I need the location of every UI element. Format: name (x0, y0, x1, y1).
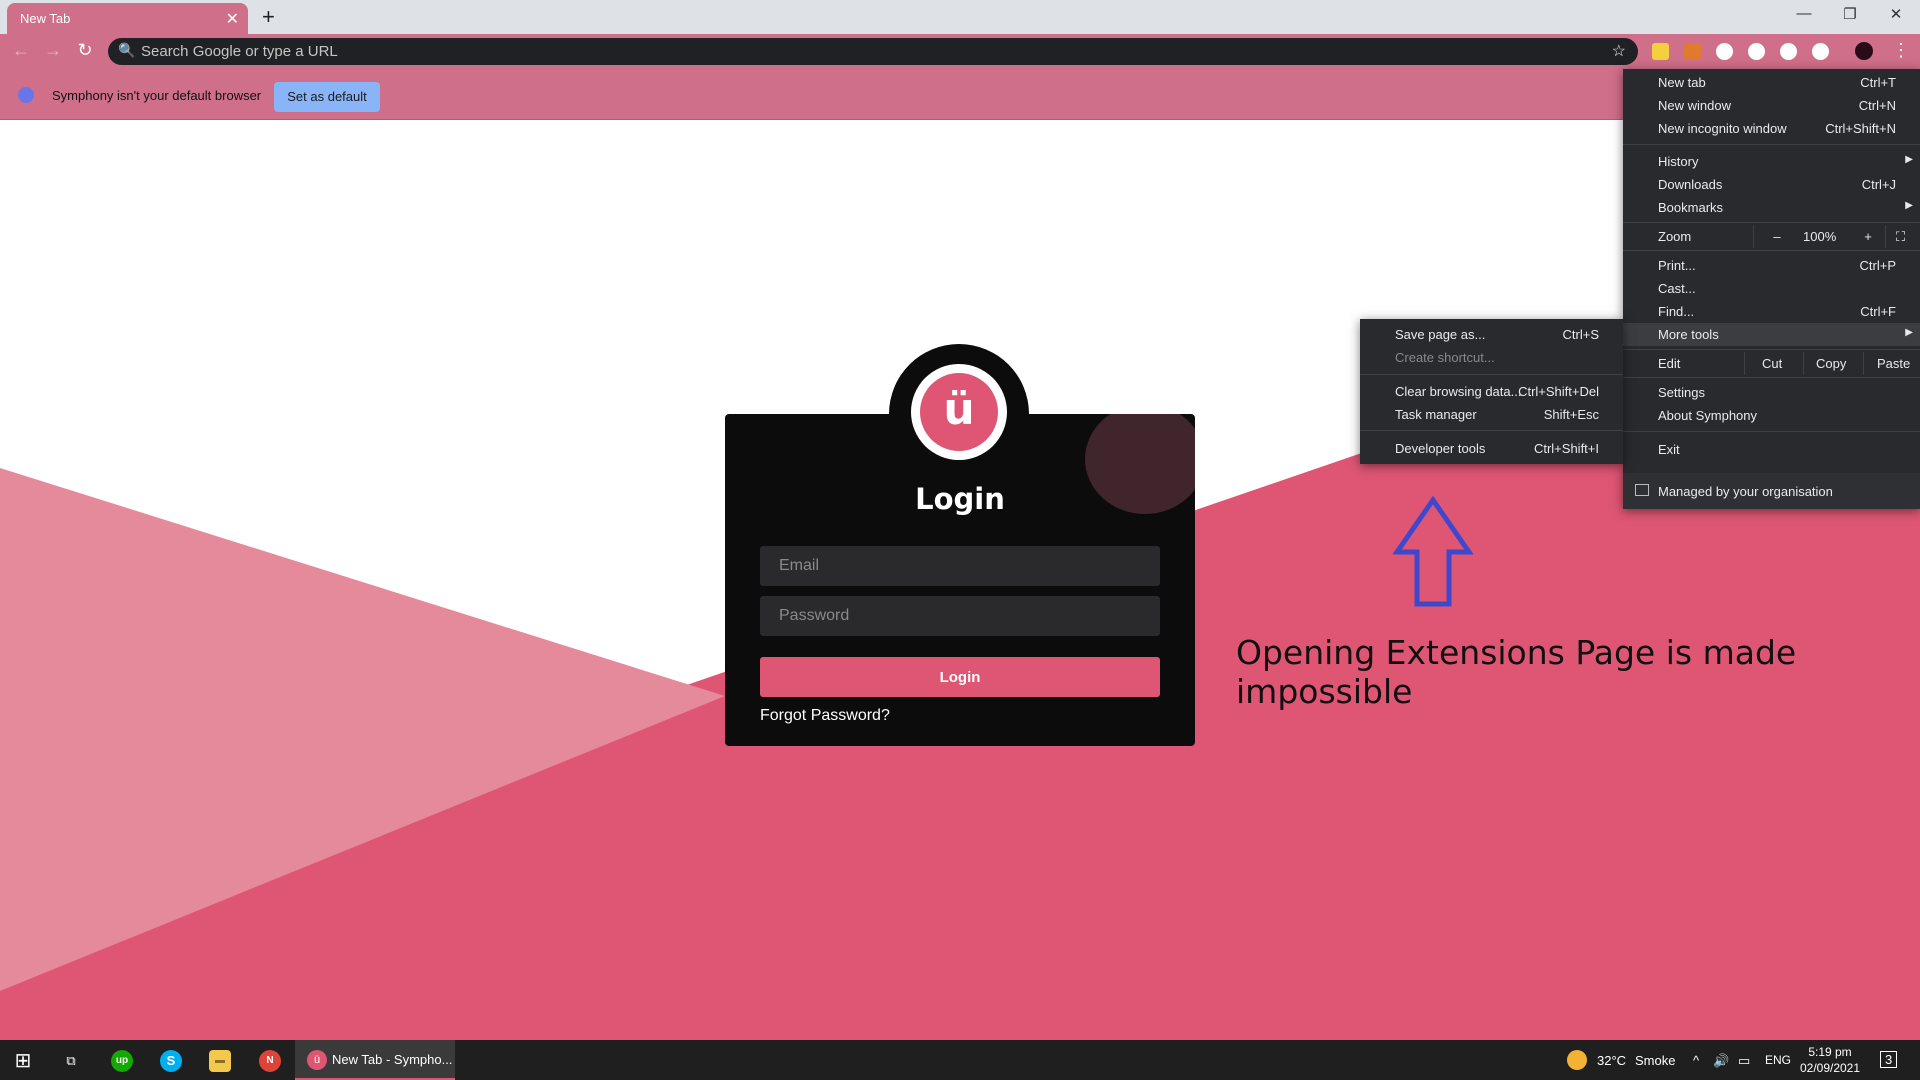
extension-icon[interactable] (1652, 43, 1669, 60)
language-indicator[interactable]: ENG (1765, 1053, 1791, 1067)
weather-icon[interactable] (1567, 1050, 1587, 1070)
menu-edit-row: Edit Cut Copy Paste (1623, 352, 1920, 375)
info-icon (18, 87, 34, 103)
clock-date: 02/09/2021 (1799, 1061, 1861, 1075)
notification-icon[interactable]: 3 (1880, 1051, 1898, 1068)
more-tools-submenu: Save page as... Ctrl+S Create shortcut...… (1360, 319, 1623, 464)
omnibox-placeholder: Search Google or type a URL (141, 43, 338, 60)
menu-item-history[interactable]: History ▶ (1623, 150, 1920, 173)
menu-item-settings[interactable]: Settings (1623, 381, 1920, 404)
menu-item-print[interactable]: Print... Ctrl+P (1623, 254, 1920, 277)
menu-item-save-page[interactable]: Save page as... Ctrl+S (1360, 323, 1623, 346)
extension-icon[interactable] (1716, 43, 1733, 60)
taskbar: ⊞ ⧉ up S ▬ N ü New Tab - Sympho... 32°C … (0, 1040, 1920, 1080)
building-icon (1635, 484, 1649, 496)
taskbar-app-title: New Tab - Sympho... (332, 1052, 453, 1067)
tray-chevron-icon[interactable]: ^ (1693, 1053, 1699, 1068)
chrome-icon[interactable]: N (259, 1050, 281, 1072)
app-logo: ü (911, 364, 1007, 460)
menu-zoom-row: Zoom – 100% + ⛶ (1623, 225, 1920, 248)
set-default-button[interactable]: Set as default (274, 82, 380, 112)
task-view-icon[interactable]: ⧉ (60, 1050, 82, 1072)
menu-item-create-shortcut: Create shortcut... (1395, 350, 1495, 365)
menu-item-exit[interactable]: Exit (1623, 438, 1920, 461)
file-explorer-icon[interactable]: ▬ (209, 1050, 231, 1072)
menu-item-bookmarks[interactable]: Bookmarks ▶ (1623, 196, 1920, 219)
extension-icon[interactable] (1748, 43, 1765, 60)
fullscreen-icon[interactable]: ⛶ (1896, 229, 1905, 245)
forgot-password-link[interactable]: Forgot Password? (760, 707, 890, 725)
start-icon[interactable]: ⊞ (12, 1050, 34, 1072)
annotation-text: Opening Extensions Page is made impossib… (1236, 633, 1797, 711)
password-field[interactable] (760, 596, 1160, 636)
omnibox[interactable]: 🔍 Search Google or type a URL ☆ (108, 38, 1638, 65)
extension-icon[interactable] (1780, 43, 1797, 60)
minimize-icon[interactable]: — (1781, 5, 1827, 22)
bookmark-star-icon[interactable]: ☆ (1612, 41, 1626, 61)
tab-title: New Tab (20, 11, 71, 26)
menu-item-new-tab[interactable]: New tab Ctrl+T (1623, 71, 1920, 94)
tab-close-icon[interactable]: ✕ (226, 9, 239, 29)
menu-item-cast[interactable]: Cast... (1623, 277, 1920, 300)
paste-button[interactable]: Paste (1877, 356, 1910, 371)
tab-new-tab[interactable]: New Tab ✕ (7, 3, 248, 34)
weather-temperature[interactable]: 32°C (1597, 1053, 1626, 1068)
zoom-out-button[interactable]: – (1765, 229, 1789, 244)
menu-item-more-tools[interactable]: More tools ▶ (1623, 323, 1920, 346)
forward-icon[interactable]: → (41, 40, 65, 61)
weather-description[interactable]: Smoke (1635, 1053, 1675, 1068)
up-arrow-annotation (1393, 496, 1473, 607)
network-icon[interactable]: ▭ (1738, 1053, 1750, 1069)
menu-item-downloads[interactable]: Downloads Ctrl+J (1623, 173, 1920, 196)
menu-item-new-incognito[interactable]: New incognito window Ctrl+Shift+N (1623, 117, 1920, 140)
menu-item-find[interactable]: Find... Ctrl+F (1623, 300, 1920, 323)
browser-main-menu: New tab Ctrl+T New window Ctrl+N New incog… (1623, 69, 1920, 509)
login-title: Login (915, 482, 1005, 516)
symphony-icon: ü (307, 1050, 327, 1070)
menu-icon[interactable]: ⋮ (1892, 40, 1910, 61)
new-tab-button[interactable]: + (262, 4, 275, 30)
email-field[interactable] (760, 546, 1160, 586)
infobar-message: Symphony isn't your default browser (52, 88, 262, 103)
reload-icon[interactable]: ↻ (73, 40, 97, 61)
clock-time: 5:19 pm (1808, 1045, 1852, 1059)
zoom-in-button[interactable]: + (1860, 229, 1876, 244)
skype-icon[interactable]: S (160, 1050, 182, 1072)
taskbar-active-app[interactable]: ü New Tab - Sympho... (295, 1040, 455, 1080)
back-icon[interactable]: ← (9, 40, 33, 61)
tab-strip: New Tab ✕ + — ❐ ✕ (0, 0, 1920, 34)
zoom-level: 100% (1803, 229, 1837, 244)
search-icon: 🔍 (118, 42, 136, 58)
managed-by-organisation[interactable]: Managed by your organisation (1623, 473, 1920, 509)
cut-button[interactable]: Cut (1762, 356, 1782, 371)
menu-item-clear-browsing-data[interactable]: Clear browsing data... Ctrl+Shift+Del (1360, 380, 1623, 403)
system-clock[interactable]: 5:19 pm 02/09/2021 (1790, 1044, 1870, 1076)
menu-item-task-manager[interactable]: Task manager Shift+Esc (1360, 403, 1623, 426)
extension-icon[interactable] (1684, 43, 1701, 60)
menu-item-new-window[interactable]: New window Ctrl+N (1623, 94, 1920, 117)
menu-item-about[interactable]: About Symphony (1623, 404, 1920, 427)
window-close-icon[interactable]: ✕ (1873, 5, 1919, 23)
profile-avatar-icon[interactable] (1855, 42, 1873, 60)
logo-mark: ü (920, 373, 998, 451)
toolbar: ← → ↻ 🔍 Search Google or type a URL ☆ ⋮ (0, 34, 1920, 69)
restore-icon[interactable]: ❐ (1827, 5, 1873, 23)
copy-button[interactable]: Copy (1816, 356, 1846, 371)
menu-item-developer-tools[interactable]: Developer tools Ctrl+Shift+I (1360, 437, 1623, 460)
extension-icon[interactable] (1812, 43, 1829, 60)
upwork-icon[interactable]: up (111, 1050, 133, 1072)
volume-icon[interactable]: 🔊 (1713, 1053, 1729, 1069)
login-button[interactable]: Login (760, 657, 1160, 697)
